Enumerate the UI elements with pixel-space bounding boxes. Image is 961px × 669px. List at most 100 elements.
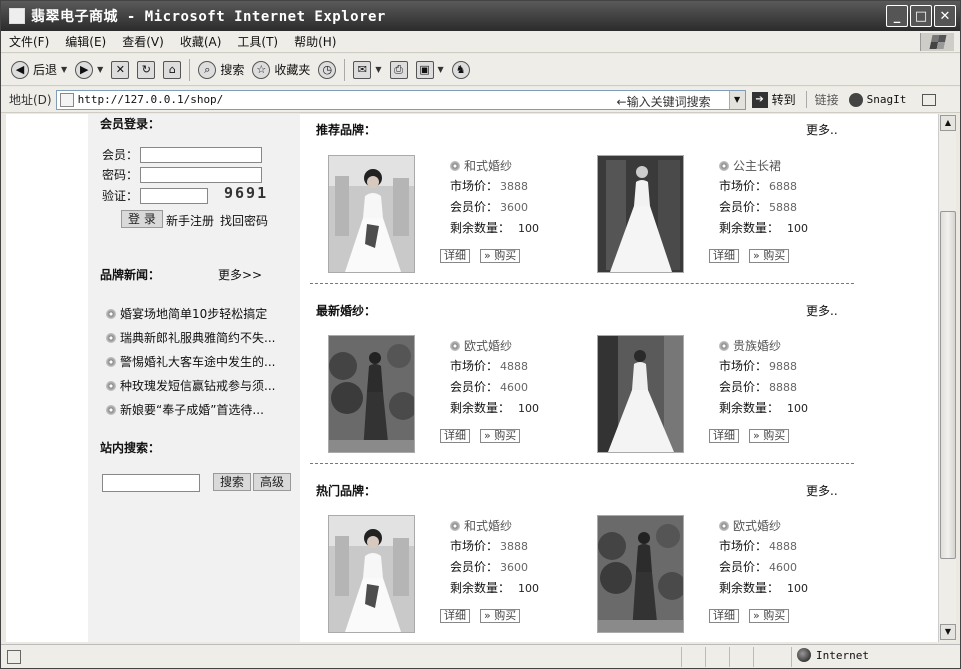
news-item[interactable]: 新娘要“奉子成婚”首选待... — [106, 401, 264, 418]
history-button[interactable]: ◷ — [314, 57, 340, 83]
maximize-button[interactable]: □ — [910, 5, 932, 27]
news-item-text[interactable]: 婚宴场地简单10步轻松搞定 — [120, 305, 267, 322]
member-input[interactable] — [140, 146, 262, 163]
product-card: 欧式婚纱 市场价： 4888 会员价： 4600 剩余数量： 100 详细 » 购买 — [328, 335, 588, 457]
product-image[interactable] — [328, 515, 415, 633]
site-search-button[interactable]: 搜索 — [213, 473, 252, 491]
section-more-link[interactable]: 更多.. — [806, 121, 838, 138]
menu-edit[interactable]: 编辑(E) — [57, 31, 114, 53]
product-image[interactable] — [597, 335, 684, 453]
product-name[interactable]: 欧式婚纱 — [464, 337, 512, 354]
product-name[interactable]: 贵族婚纱 — [733, 337, 781, 354]
product-name-row[interactable]: 公主长裙 — [719, 157, 781, 174]
links-button[interactable]: 链接 — [805, 91, 839, 108]
site-search-input[interactable] — [102, 474, 200, 492]
vertical-scrollbar[interactable]: ▲ ▼ — [938, 114, 956, 642]
detail-button[interactable]: 详细 — [709, 429, 739, 443]
snagit-options-icon[interactable] — [922, 93, 937, 106]
captcha-image: 9691 — [224, 184, 269, 202]
register-link[interactable]: 新手注册 — [166, 212, 214, 229]
menu-favorites[interactable]: 收藏(A) — [172, 31, 230, 53]
news-item[interactable]: 婚宴场地简单10步轻松搞定 — [106, 305, 267, 322]
buy-button[interactable]: » 购买 — [480, 429, 521, 443]
forward-button[interactable]: ▶ ▼ — [71, 57, 107, 83]
news-title: 品牌新闻： — [100, 268, 161, 282]
product-name-row[interactable]: 欧式婚纱 — [450, 337, 512, 354]
scroll-thumb[interactable] — [940, 211, 956, 559]
member-price: 4600 — [769, 561, 798, 574]
buy-button[interactable]: » 购买 — [480, 249, 521, 263]
member-price-label: 会员价： — [450, 380, 499, 394]
news-item-text[interactable]: 瑞典新郎礼服典雅简约不失... — [120, 329, 275, 346]
back-button[interactable]: ◀ 后退 ▼ — [7, 57, 71, 83]
address-input[interactable]: http://127.0.0.1/shop/ ←输入关键词搜索 ▼ — [55, 89, 746, 110]
mail-button[interactable]: ✉ ▼ — [349, 57, 385, 83]
advanced-search-button[interactable]: 高级 — [253, 473, 292, 491]
detail-button[interactable]: 详细 — [440, 609, 470, 623]
buy-button[interactable]: » 购买 — [749, 609, 790, 623]
toolbar-separator — [189, 58, 191, 81]
detail-button[interactable]: 详细 — [709, 249, 739, 263]
chevron-down-icon[interactable]: ▼ — [61, 65, 67, 74]
news-item-text[interactable]: 警惕婚礼大客车途中发生的... — [120, 353, 275, 370]
close-button[interactable]: ✕ — [934, 5, 956, 27]
recover-password-link[interactable]: 找回密码 — [220, 212, 268, 229]
address-dropdown-icon[interactable]: ▼ — [728, 90, 745, 109]
refresh-button[interactable]: ↻ — [133, 57, 159, 83]
section-more-link[interactable]: 更多.. — [806, 482, 838, 499]
address-url[interactable]: http://127.0.0.1/shop/ — [78, 93, 224, 106]
news-more-link[interactable]: 更多>> — [218, 266, 262, 283]
product-name[interactable]: 欧式婚纱 — [733, 517, 781, 534]
chevron-right-icon: » — [484, 249, 495, 262]
scroll-down-arrow-icon[interactable]: ▼ — [940, 624, 956, 640]
stop-button[interactable]: ✕ — [107, 57, 133, 83]
news-item-text[interactable]: 新娘要“奉子成婚”首选待... — [120, 401, 264, 418]
chevron-down-icon[interactable]: ▼ — [438, 65, 444, 74]
menu-help[interactable]: 帮助(H) — [286, 31, 344, 53]
product-name[interactable]: 和式婚纱 — [464, 517, 512, 534]
menu-file[interactable]: 文件(F) — [1, 31, 57, 53]
snagit-button[interactable]: SnagIt — [848, 92, 937, 107]
menu-view[interactable]: 查看(V) — [114, 31, 172, 53]
news-item[interactable]: 瑞典新郎礼服典雅简约不失... — [106, 329, 275, 346]
news-item[interactable]: 警惕婚礼大客车途中发生的... — [106, 353, 275, 370]
search-button[interactable]: ⌕ 搜索 — [194, 57, 248, 83]
chevron-down-icon[interactable]: ▼ — [97, 65, 103, 74]
news-item-text[interactable]: 种玫瑰发短信赢钻戒参与须... — [120, 377, 275, 394]
product-name-row[interactable]: 贵族婚纱 — [719, 337, 781, 354]
remaining-qty: 100 — [787, 222, 809, 235]
buy-button[interactable]: » 购买 — [749, 249, 790, 263]
product-image[interactable] — [597, 515, 684, 633]
home-button[interactable]: ⌂ — [159, 57, 185, 83]
messenger-button[interactable]: ♞ — [448, 57, 474, 83]
minimize-button[interactable]: _ — [886, 5, 908, 27]
news-item[interactable]: 种玫瑰发短信赢钻戒参与须... — [106, 377, 275, 394]
go-button[interactable]: ➔ 转到 — [751, 91, 796, 108]
password-input[interactable] — [140, 166, 262, 183]
detail-button[interactable]: 详细 — [440, 429, 470, 443]
print-button[interactable]: ⎙ — [386, 57, 412, 83]
edit-button[interactable]: ▣ ▼ — [412, 57, 448, 83]
detail-button[interactable]: 详细 — [709, 609, 739, 623]
verify-input[interactable] — [140, 187, 208, 204]
section-more-link[interactable]: 更多.. — [806, 302, 838, 319]
detail-button[interactable]: 详细 — [440, 249, 470, 263]
menu-tools[interactable]: 工具(T) — [229, 31, 286, 53]
product-name[interactable]: 和式婚纱 — [464, 157, 512, 174]
remaining-qty: 100 — [518, 402, 540, 415]
flower-bullet-icon — [106, 332, 116, 343]
buy-button[interactable]: » 购买 — [749, 429, 790, 443]
favorites-button[interactable]: ☆ 收藏夹 — [248, 57, 314, 83]
product-name[interactable]: 公主长裙 — [733, 157, 781, 174]
product-image[interactable] — [597, 155, 684, 273]
product-name-row[interactable]: 和式婚纱 — [450, 517, 512, 534]
scroll-up-arrow-icon[interactable]: ▲ — [940, 115, 956, 131]
product-image[interactable] — [328, 335, 415, 453]
product-name-row[interactable]: 和式婚纱 — [450, 157, 512, 174]
login-button[interactable]: 登 录 — [121, 210, 163, 228]
password-row: 密码： — [102, 166, 262, 183]
product-image[interactable] — [328, 155, 415, 273]
chevron-down-icon[interactable]: ▼ — [375, 65, 381, 74]
buy-button[interactable]: » 购买 — [480, 609, 521, 623]
product-name-row[interactable]: 欧式婚纱 — [719, 517, 781, 534]
